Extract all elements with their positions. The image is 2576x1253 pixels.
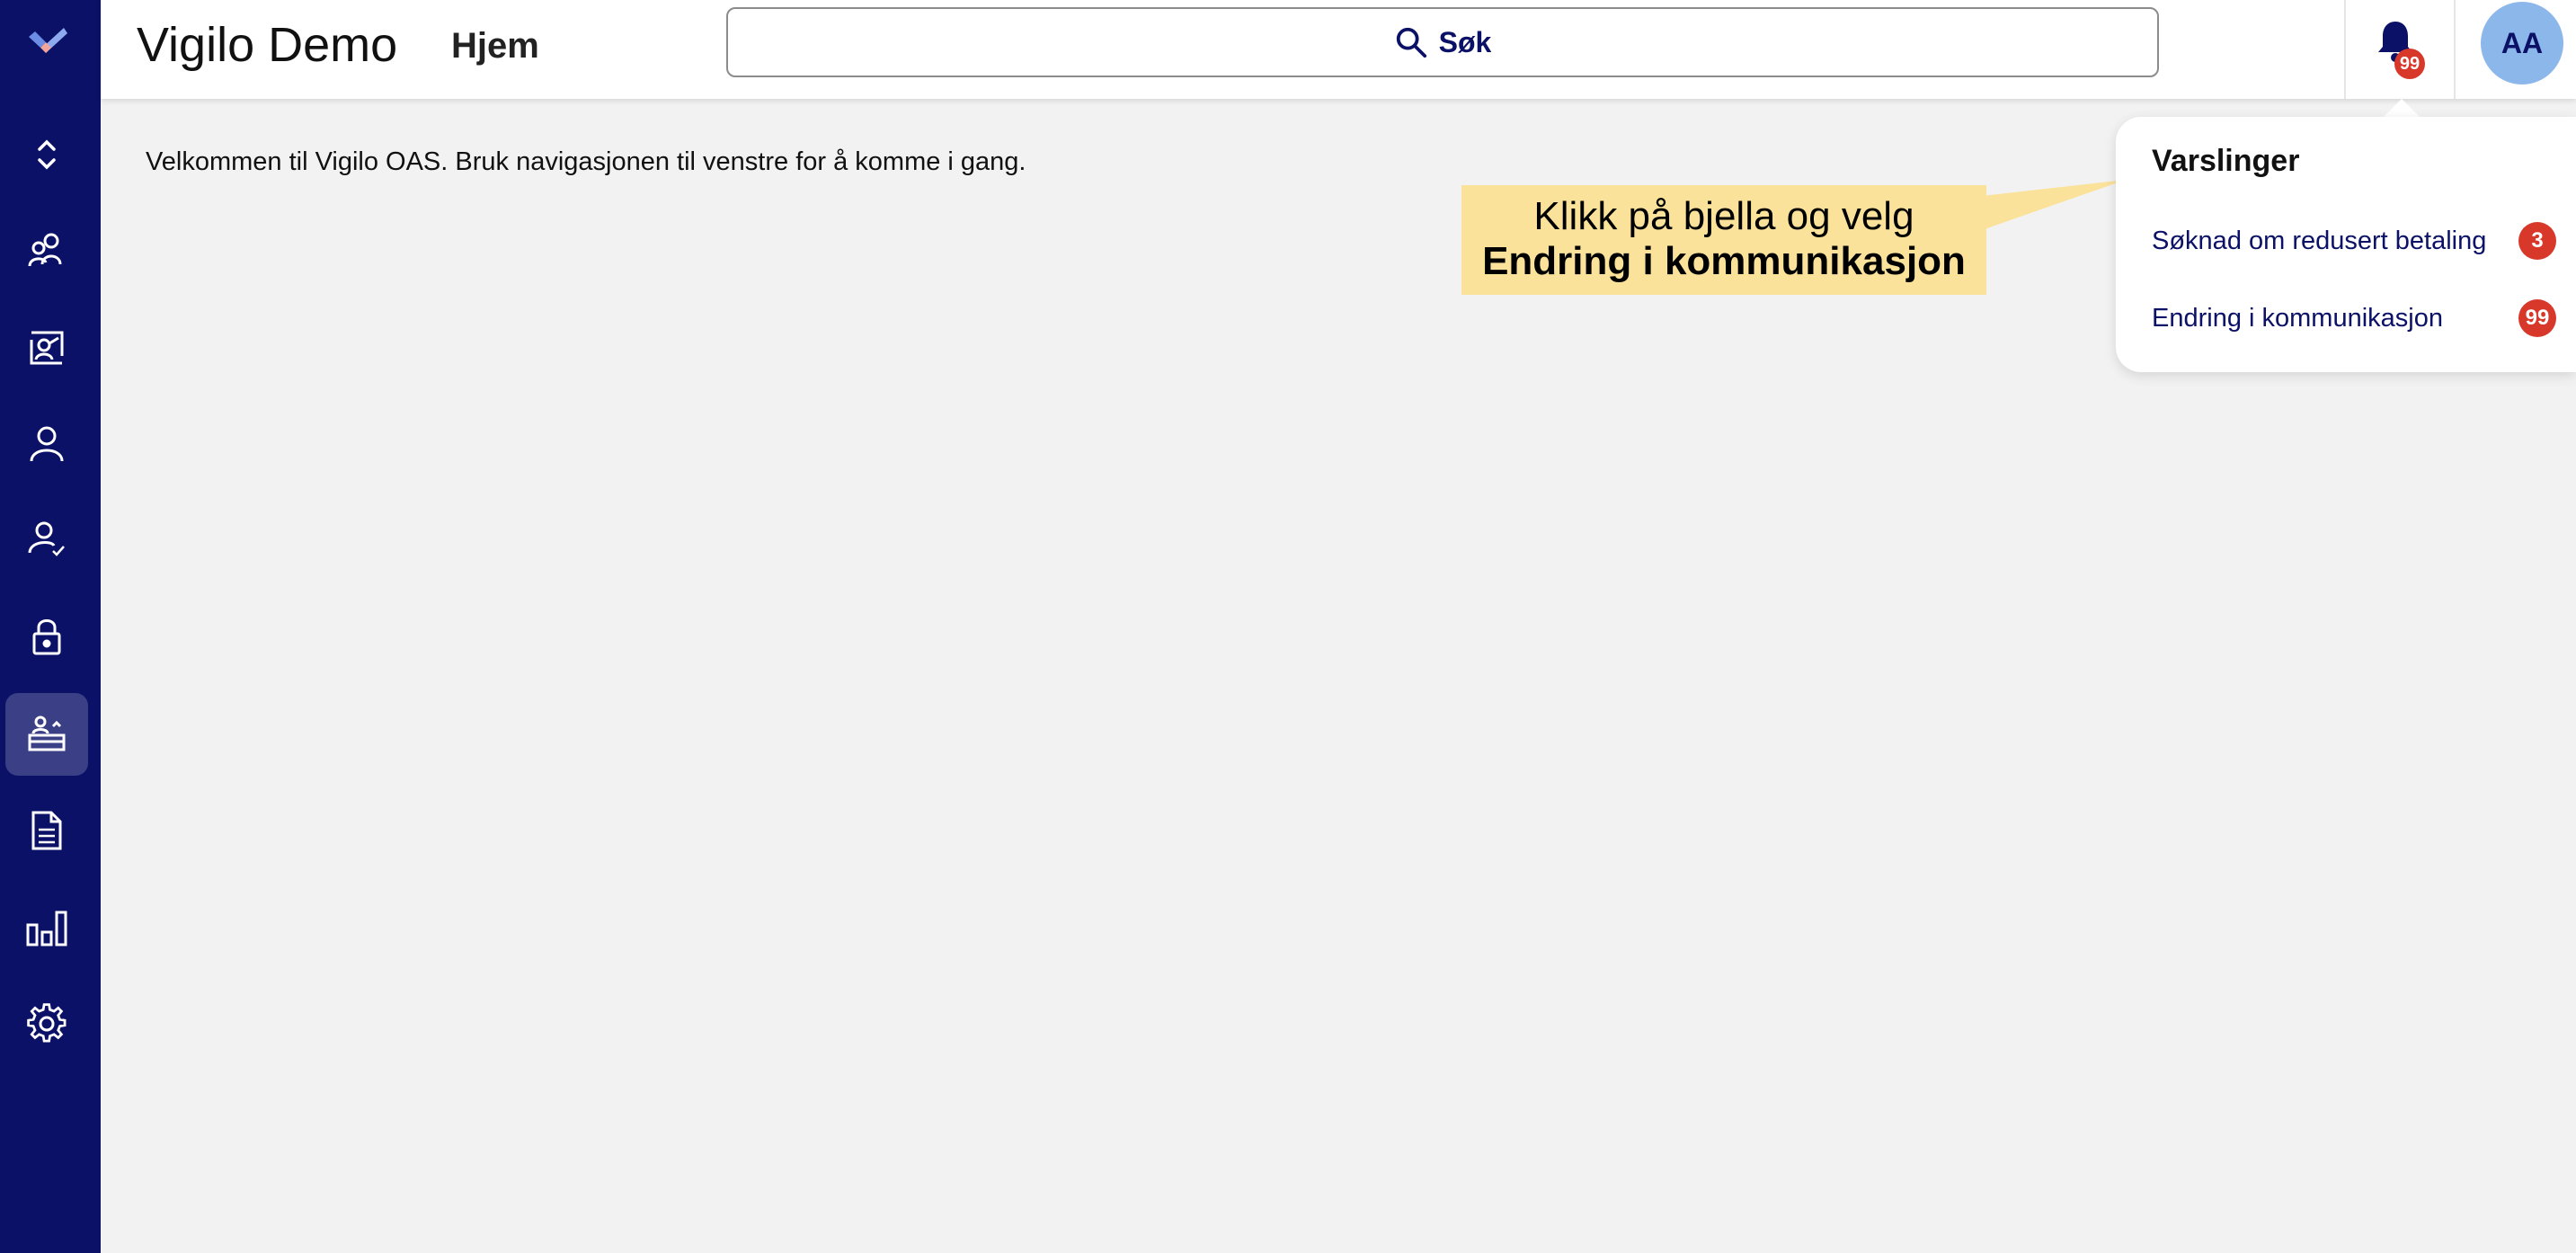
sidebar-item-people[interactable] <box>5 209 88 292</box>
person-check-icon <box>28 521 65 556</box>
document-icon <box>31 811 62 850</box>
notification-item[interactable]: Søknad om redusert betaling 3 <box>2152 214 2556 268</box>
tutorial-callout: Klikk på bjella og velg Endring i kommun… <box>1461 185 1986 295</box>
welcome-text: Velkommen til Vigilo OAS. Bruk navigasjo… <box>146 147 1026 176</box>
expand-collapse-button[interactable] <box>5 113 88 196</box>
bar-chart-icon <box>26 911 67 946</box>
search-input[interactable]: Søk <box>726 7 2159 77</box>
sidebar-item-reports[interactable] <box>5 886 88 969</box>
notification-panel: Varslinger Søknad om redusert betaling 3… <box>2116 117 2576 372</box>
sidebar-item-basket[interactable] <box>5 693 88 776</box>
person-icon <box>30 426 64 462</box>
sidebar-item-settings[interactable] <box>5 982 88 1065</box>
topbar-divider <box>2344 0 2346 99</box>
sidebar <box>0 0 101 1253</box>
lock-icon <box>32 619 61 655</box>
notification-item[interactable]: Endring i kommunikasjon 99 <box>2152 291 2556 345</box>
expand-collapse-icon <box>38 139 56 170</box>
notification-item-badge: 3 <box>2518 222 2556 260</box>
sidebar-item-lock[interactable] <box>5 595 88 678</box>
search-label: Søk <box>1438 25 1492 58</box>
callout-pointer <box>1982 180 2126 230</box>
sidebar-item-person-check[interactable] <box>5 498 88 581</box>
user-avatar[interactable]: AA <box>2481 2 2563 84</box>
callout-highlight: Endring i kommunikasjon <box>1482 239 1966 283</box>
notifications-button[interactable]: 99 <box>2375 18 2438 81</box>
people-icon <box>28 233 62 267</box>
notification-panel-caret <box>2382 99 2421 119</box>
sidebar-item-presentation[interactable] <box>5 307 88 389</box>
notification-count-badge: 99 <box>2394 49 2425 79</box>
notification-item-label: Endring i kommunikasjon <box>2152 303 2443 333</box>
sidebar-item-document[interactable] <box>5 789 88 872</box>
callout-text: Klikk på bjella og velg <box>1533 194 1914 238</box>
topbar-divider <box>2454 0 2456 99</box>
gear-icon <box>27 1003 67 1043</box>
app-title: Vigilo Demo <box>137 18 398 72</box>
search-icon <box>1396 27 1426 58</box>
basket-icon <box>28 715 66 751</box>
sidebar-item-person[interactable] <box>5 403 88 485</box>
logo-icon <box>29 28 67 53</box>
notification-panel-title: Varslinger <box>2152 144 2300 178</box>
notification-item-label: Søknad om redusert betaling <box>2152 226 2487 255</box>
notification-item-badge: 99 <box>2518 299 2556 337</box>
top-bar: Vigilo Demo Hjem Søk 99 AA <box>101 0 2576 99</box>
presentation-icon <box>30 331 64 365</box>
home-link[interactable]: Hjem <box>451 22 539 70</box>
logo-button[interactable] <box>5 0 88 83</box>
